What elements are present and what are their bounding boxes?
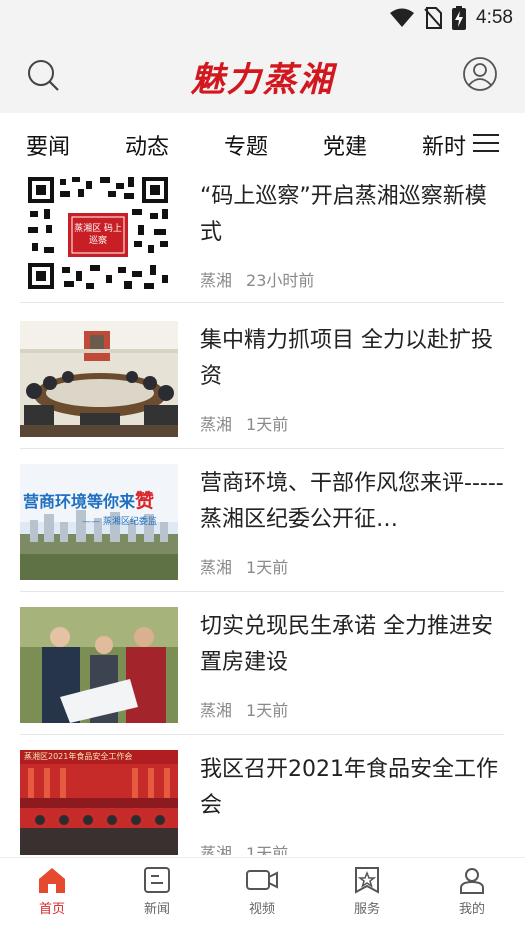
qr-code-thumbnail: 蒸湘区 码上巡察 (20, 175, 178, 291)
service-icon (355, 867, 379, 894)
news-icon (144, 867, 170, 893)
tab-new-era[interactable]: 新时 (422, 129, 466, 161)
news-item[interactable]: 集中精力抓项目 全力以赴扩投资 蒸湘 1天前 (20, 321, 504, 449)
video-icon (246, 870, 278, 890)
nav-home[interactable]: 首页 (12, 866, 92, 917)
thumb-subline: —— 蒸湘区纪委监 (82, 517, 157, 527)
article-time: 1天前 (246, 415, 289, 434)
nav-label: 首页 (38, 902, 65, 917)
article-time: 1天前 (246, 844, 289, 855)
menu-icon[interactable] (473, 132, 499, 154)
article-title: 我区召开2021年食品安全工作会 (200, 757, 498, 818)
bottom-nav: 首页 新闻 视频 服务 我的 (0, 857, 525, 933)
thumb-headline-accent: 赞 (135, 490, 155, 512)
nav-label: 我的 (458, 902, 485, 917)
tab-party[interactable]: 党建 (323, 129, 367, 161)
article-thumbnail (20, 607, 178, 723)
nav-service[interactable]: 服务 (327, 866, 407, 917)
status-bar: 4:58 (390, 6, 513, 30)
article-title: “码上巡察”开启蒸湘巡察新模式 (200, 184, 487, 245)
article-meta: 蒸湘 1天前 (200, 411, 288, 435)
wifi-icon (390, 8, 415, 27)
user-profile-icon[interactable] (463, 57, 497, 91)
category-tabs: 要闻 动态 专题 党建 新时 (0, 113, 525, 175)
app-logo: 魅力蒸湘 (190, 60, 335, 100)
article-title: 切实兑现民生承诺 全力推进安置房建设 (200, 614, 493, 675)
article-meta: 蒸湘 1天前 (200, 840, 288, 855)
article-time: 1天前 (246, 558, 289, 577)
nav-label: 新闻 (143, 902, 170, 917)
nav-mine[interactable]: 我的 (432, 866, 512, 917)
article-title: 营商环境、干部作风您来评-----蒸湘区纪委公开征… (200, 471, 504, 532)
battery-charging-icon (452, 6, 467, 30)
thumb-headline: 营商环境等你来赞 (23, 490, 155, 512)
no-sim-icon (424, 7, 443, 29)
news-item[interactable]: 营商环境等你来赞 —— 蒸湘区纪委监 营商环境、干部作风您来评-----蒸湘区纪… (20, 464, 504, 592)
article-source: 蒸湘 (200, 271, 233, 290)
nav-news[interactable]: 新闻 (117, 866, 197, 917)
qr-center-caption: 蒸湘区 码上巡察 (74, 224, 122, 246)
profile-icon (460, 868, 484, 894)
news-item[interactable]: 切实兑现民生承诺 全力推进安置房建设 蒸湘 1天前 (20, 607, 504, 735)
article-source: 蒸湘 (200, 844, 233, 855)
nav-label: 视频 (248, 902, 275, 917)
article-source: 蒸湘 (200, 701, 233, 720)
home-icon (39, 868, 65, 893)
nav-label: 服务 (353, 902, 380, 917)
article-meta: 蒸湘 1天前 (200, 697, 288, 721)
article-time: 1天前 (246, 701, 289, 720)
tab-headlines[interactable]: 要闻 (26, 129, 70, 161)
article-time: 23小时前 (246, 271, 315, 290)
article-source: 蒸湘 (200, 558, 233, 577)
article-thumbnail (20, 321, 178, 437)
status-time: 4:58 (476, 7, 513, 28)
tab-updates[interactable]: 动态 (125, 129, 169, 161)
thumb-banner-text: 蒸湘区2021年食品安全工作会 (24, 752, 133, 761)
article-title: 集中精力抓项目 全力以赴扩投资 (200, 328, 493, 389)
article-source: 蒸湘 (200, 415, 233, 434)
top-bar: 4:58 魅力蒸湘 (0, 0, 525, 113)
tab-topics[interactable]: 专题 (224, 129, 268, 161)
article-meta: 蒸湘 23小时前 (200, 267, 314, 291)
news-item[interactable]: 蒸湘区2021年食品安全工作会 我区召开2021年食品安全工作会 蒸湘 1天前 (20, 750, 504, 855)
nav-video[interactable]: 视频 (222, 866, 302, 917)
news-feed: 蒸湘区 码上巡察 “码上巡察”开启蒸湘巡察新模式 蒸湘 23小时前 集中精力抓项目… (0, 175, 525, 855)
article-thumbnail: 蒸湘区2021年食品安全工作会 (20, 750, 178, 855)
article-thumbnail: 营商环境等你来赞 —— 蒸湘区纪委监 (20, 464, 178, 580)
news-item[interactable]: 蒸湘区 码上巡察 “码上巡察”开启蒸湘巡察新模式 蒸湘 23小时前 (20, 175, 504, 303)
article-meta: 蒸湘 1天前 (200, 554, 288, 578)
